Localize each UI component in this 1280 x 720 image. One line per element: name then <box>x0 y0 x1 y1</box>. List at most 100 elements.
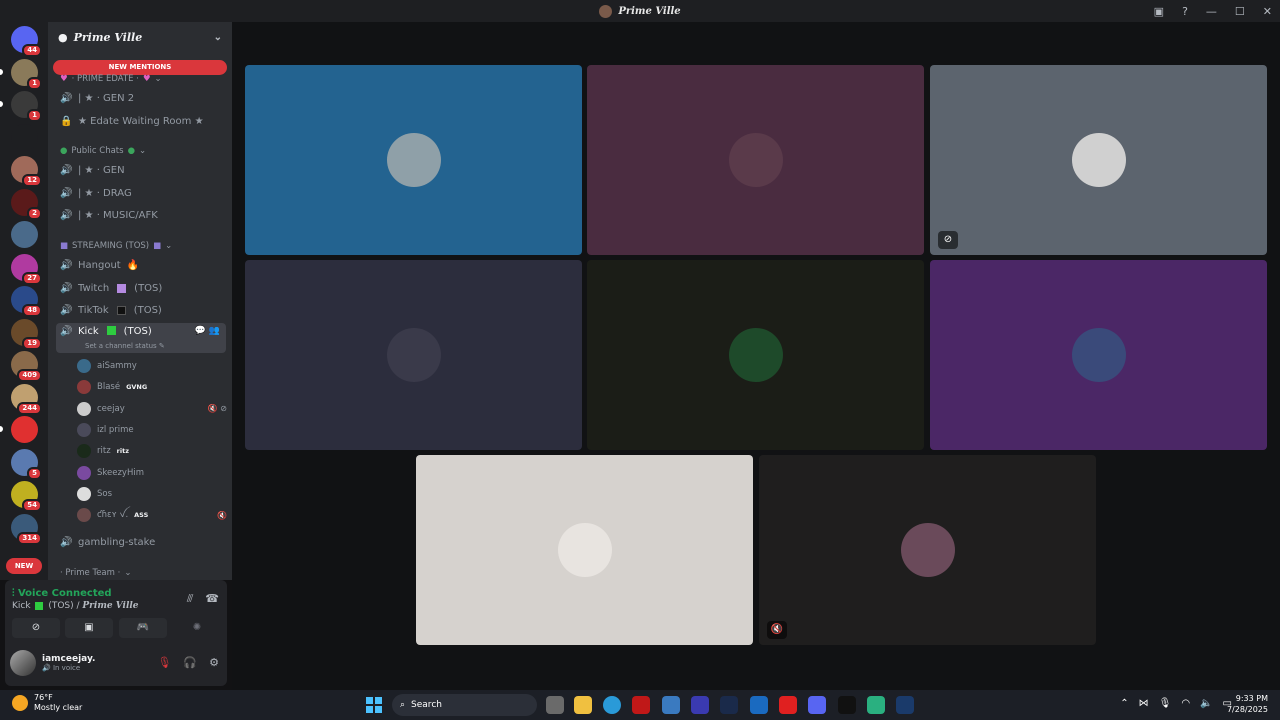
soundboard-button[interactable]: ✺ <box>173 618 221 638</box>
voice-channel-info[interactable]: Kick (TOS) / Prime Ville <box>12 601 139 611</box>
channel-gen2[interactable]: 🔊 | ★ · GEN 2 <box>56 88 226 108</box>
noise-suppression-icon[interactable]: ⫻ <box>187 592 194 606</box>
minimize-button[interactable]: — <box>1206 5 1217 18</box>
server-icon[interactable]: 1 <box>0 91 42 122</box>
server-icon[interactable]: 409 <box>11 351 42 382</box>
server-header[interactable]: ● Prime Ville ⌄ <box>48 22 232 52</box>
help-icon[interactable]: ? <box>1182 5 1188 18</box>
category-public-chats[interactable]: ● Public Chats ● ⌄ <box>60 146 146 156</box>
server-icon[interactable]: 314 <box>11 513 42 545</box>
gear-icon[interactable]: ⚙ <box>209 656 219 669</box>
voice-user[interactable]: ritz ritz <box>77 441 227 461</box>
voice-user[interactable]: aiSammy <box>77 356 227 376</box>
network-icon[interactable]: ⋈ <box>1139 698 1149 709</box>
screen-share-icon: ▣ <box>84 622 94 633</box>
lock-icon: 🔒 <box>60 115 73 127</box>
server-icon[interactable]: 19 <box>11 318 42 350</box>
server-icon[interactable]: 44 <box>11 26 42 57</box>
channel-tiktok[interactable]: 🔊 TikTok (TOS) <box>56 300 226 320</box>
search-box[interactable]: ⌕ Search <box>392 694 537 716</box>
channel-kick[interactable]: 🔊 Kick (TOS) 💬 👥 Set a channel status ✎ <box>56 323 226 353</box>
voice-user[interactable]: Sos <box>77 484 227 504</box>
mention-badge: 12 <box>22 174 42 187</box>
video-tile[interactable] <box>587 65 924 255</box>
channel-edate-waiting[interactable]: 🔒 ★ Edate Waiting Room ★ <box>56 111 226 131</box>
voice-small-icon: 🔊 <box>42 664 51 672</box>
start-button[interactable] <box>366 697 382 713</box>
camera-off-button[interactable]: ⊘ <box>12 618 60 638</box>
channel-gambling-stake[interactable]: 🔊 gambling-stake <box>56 532 226 552</box>
clock[interactable]: 9:33 PM 7/28/2025 <box>1227 693 1268 715</box>
discord-icon[interactable] <box>808 696 826 714</box>
channel-hangout[interactable]: 🔊 Hangout 🔥 <box>56 255 226 275</box>
deafen-icon[interactable]: 🎧 <box>183 656 197 669</box>
server-icon[interactable] <box>11 123 38 151</box>
maximize-button[interactable]: ☐ <box>1235 5 1245 18</box>
new-unreads-button[interactable]: NEW <box>6 558 42 574</box>
category-label: · PRIME EDATE · <box>71 74 139 84</box>
voice-user[interactable]: ceejay 🔇 ⊘ <box>77 399 227 419</box>
close-button[interactable]: ✕ <box>1263 5 1272 18</box>
volume-icon[interactable]: 🔈 <box>1200 698 1212 709</box>
voice-connected-status[interactable]: ⫶ Voice Connected <box>12 588 112 599</box>
steam-icon[interactable] <box>720 696 738 714</box>
file-explorer-icon[interactable] <box>574 696 592 714</box>
video-tile[interactable] <box>587 260 924 450</box>
voice-user[interactable]: ƈɦɛʏ ꪜ. ASS 🔇 <box>77 505 227 525</box>
video-tile[interactable] <box>930 260 1267 450</box>
task-view-icon[interactable] <box>546 696 564 714</box>
channel-twitch[interactable]: 🔊 Twitch (TOS) <box>56 278 226 298</box>
category-prime-team[interactable]: · Prime Team · ⌄ <box>60 568 131 578</box>
server-icon[interactable]: 48 <box>11 286 42 317</box>
server-icon[interactable]: 5 <box>11 448 42 480</box>
voice-user[interactable]: Blasé GVNG <box>77 377 227 397</box>
inbox-icon[interactable]: ▣ <box>1154 5 1164 18</box>
wifi-icon[interactable]: ◠ <box>1181 698 1190 709</box>
server-icon[interactable] <box>0 416 38 443</box>
server-icon[interactable] <box>11 221 38 248</box>
screen-share-button[interactable]: ▣ <box>65 618 113 638</box>
channel-drag[interactable]: 🔊 | ★ · DRAG <box>56 183 226 203</box>
server-icon[interactable]: 12 <box>11 156 42 187</box>
channel-label: | ★ · DRAG <box>78 187 132 199</box>
video-tile[interactable] <box>245 260 582 450</box>
mic-icon[interactable]: 🎙 <box>1159 698 1172 709</box>
channel-list: ● Prime Ville ⌄ NEW MENTIONS ♥ · PRIME E… <box>48 22 232 580</box>
channel-gen[interactable]: 🔊 | ★ · GEN <box>56 160 226 180</box>
avatar <box>1071 328 1126 382</box>
video-tile[interactable]: ⊘ <box>930 65 1267 255</box>
user-area[interactable]: iamceejay. 🔊 In voice <box>10 650 95 676</box>
disconnect-icon[interactable]: ☎ <box>205 592 219 606</box>
app-icon[interactable] <box>867 696 885 714</box>
mention-badge: 44 <box>22 44 42 57</box>
app-l-icon[interactable] <box>691 696 709 714</box>
add-member-icon[interactable]: 👥 <box>209 326 220 336</box>
weather-widget[interactable]: 76°F Mostly clear <box>12 693 82 713</box>
mcafee-icon[interactable] <box>632 696 650 714</box>
app-icon[interactable] <box>662 696 680 714</box>
server-icon[interactable]: 27 <box>11 253 42 285</box>
new-mentions-banner[interactable]: NEW MENTIONS <box>53 60 227 75</box>
channel-status[interactable]: Set a channel status ✎ <box>85 342 165 350</box>
video-tile[interactable]: 🔇 <box>759 455 1096 645</box>
tiktok-icon[interactable] <box>838 696 856 714</box>
video-tile[interactable] <box>245 65 582 255</box>
outlook-icon[interactable] <box>750 696 768 714</box>
steam-icon[interactable] <box>896 696 914 714</box>
server-icon[interactable]: 1 <box>0 58 42 90</box>
youtube-icon[interactable] <box>779 696 797 714</box>
server-icon[interactable]: 54 <box>11 481 42 512</box>
category-prime-edate[interactable]: ♥ · PRIME EDATE · ♥ ⌄ <box>60 74 162 84</box>
server-icon[interactable]: 2 <box>11 188 42 220</box>
voice-user[interactable]: SkeezyHim <box>77 463 227 483</box>
mic-muted-icon[interactable]: 🎙 <box>157 656 171 669</box>
edge-icon[interactable] <box>603 696 621 714</box>
voice-user[interactable]: izl prime <box>77 420 227 440</box>
chevron-up-icon[interactable]: ⌃ <box>1120 698 1128 709</box>
activities-button[interactable]: 🎮 <box>119 618 167 638</box>
category-streaming[interactable]: ■ STREAMING (TOS) ■ ⌄ <box>60 241 172 251</box>
video-tile[interactable] <box>416 455 753 645</box>
channel-music[interactable]: 🔊 | ★ · MUSIC/AFK <box>56 205 226 225</box>
server-icon[interactable]: 244 <box>11 383 42 415</box>
chat-icon[interactable]: 💬 <box>195 326 206 336</box>
